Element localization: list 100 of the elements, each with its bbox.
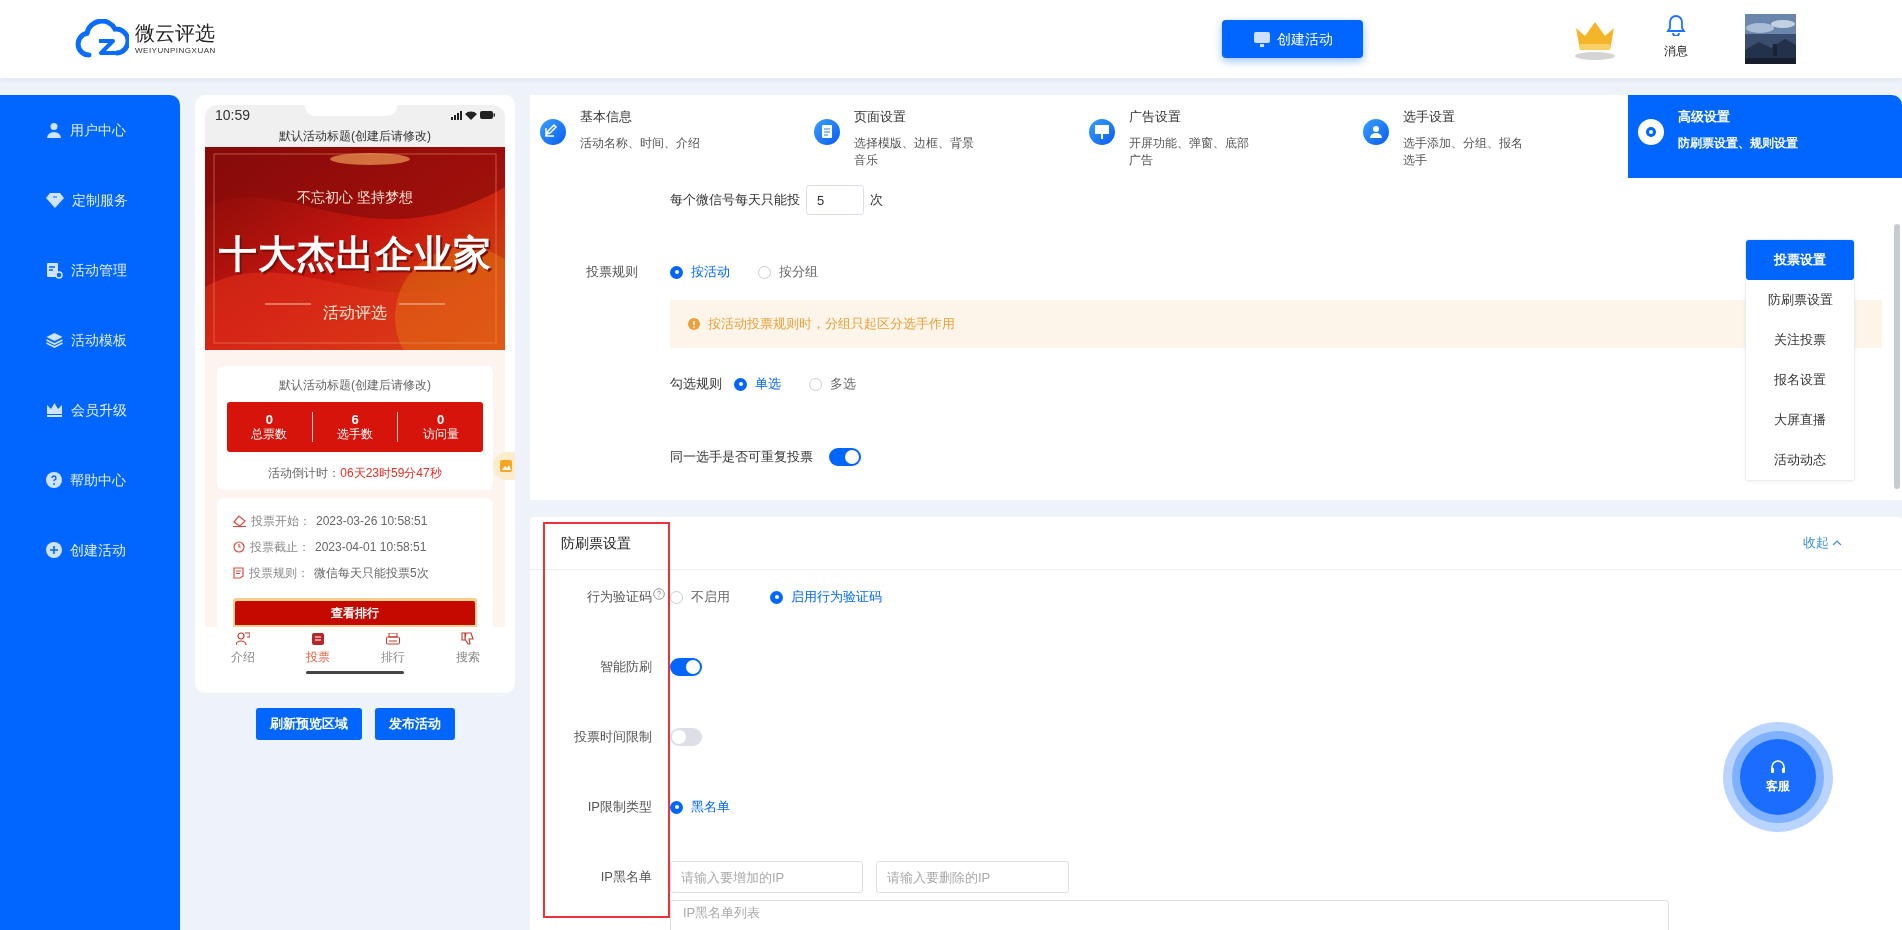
preview-action-button[interactable]: 发布活动: [374, 708, 455, 740]
warning-icon: [688, 318, 700, 330]
radio-option[interactable]: 单选: [734, 374, 781, 394]
field-label: 勾选规则: [670, 375, 722, 394]
tab-item[interactable]: 介绍: [205, 627, 280, 671]
section-menu-item[interactable]: 关注投票: [1746, 320, 1854, 360]
logo-subtitle: WEIYUNPINGXUAN: [135, 47, 216, 55]
scrollbar[interactable]: [1894, 224, 1900, 489]
info-value: 2023-04-01 10:58:51: [315, 539, 427, 556]
tag-icon: [233, 515, 246, 527]
user-icon: [1363, 119, 1390, 145]
section-menu-item[interactable]: 大屏直播: [1746, 400, 1854, 440]
create-activity-button[interactable]: 创建活动: [1222, 20, 1363, 58]
radio-button[interactable]: [734, 377, 747, 391]
banner-slogan: 不忘初心 坚持梦想: [297, 189, 413, 207]
field-label: IP限制类型: [587, 798, 652, 817]
section-menu-item[interactable]: 活动动态: [1746, 440, 1854, 480]
logo-text: 微云评选: [135, 23, 216, 43]
wifi-icon: [465, 110, 477, 120]
document-icon: [233, 567, 244, 579]
diamond-icon: [46, 192, 64, 208]
radio-option[interactable]: 不启用: [670, 587, 730, 607]
ip-input[interactable]: 请输入要删除的IP: [876, 861, 1069, 893]
radio-option[interactable]: 黑名单: [670, 797, 730, 817]
headset-icon: [1770, 759, 1786, 775]
ip-input[interactable]: 请输入要增加的IP: [670, 861, 863, 893]
radio-button[interactable]: [670, 590, 683, 604]
document-icon: [814, 119, 841, 145]
stat-value: 6: [351, 412, 359, 427]
toggle-switch[interactable]: [670, 658, 702, 676]
radio-option[interactable]: 多选: [809, 374, 856, 394]
step-tab[interactable]: 基本信息 活动名称、时间、介绍: [530, 95, 805, 178]
help-icon: [46, 472, 62, 488]
radio-button[interactable]: [809, 377, 822, 391]
battery-icon: [480, 111, 495, 119]
stat-label: 选手数: [337, 427, 373, 442]
section-menu-item[interactable]: 防刷票设置: [1746, 280, 1854, 320]
sidebar-item[interactable]: 创建活动: [0, 515, 180, 585]
sidebar-item[interactable]: 帮助中心: [0, 445, 180, 515]
sidebar-item[interactable]: 定制服务: [0, 165, 180, 235]
card-title: 默认活动标题(创建后请修改): [279, 377, 431, 394]
stat-value: 0: [265, 412, 273, 427]
clipboard-icon: [311, 632, 324, 645]
banner-subtitle: 活动评选: [323, 303, 387, 323]
ranking-button[interactable]: 查看排行: [235, 601, 475, 625]
toggle-switch[interactable]: [829, 448, 861, 466]
field-label: 行为验证码: [587, 588, 652, 607]
unit-label: 次: [870, 191, 883, 210]
field-label: 投票规则: [585, 263, 638, 282]
toggle-switch[interactable]: [670, 728, 702, 746]
step-tab[interactable]: 页面设置 选择模版、边框、背景音乐: [804, 95, 1079, 178]
radio-option[interactable]: 按分组: [758, 262, 818, 282]
people-icon: [235, 632, 250, 645]
messages-button[interactable]: 消息: [1664, 14, 1688, 60]
document-gear-icon: [46, 261, 63, 279]
tab-item[interactable]: 投票: [280, 627, 355, 671]
countdown-value: 06天23时59分47秒: [340, 465, 442, 482]
radio-option[interactable]: 按活动: [670, 262, 730, 282]
radio-button[interactable]: [670, 265, 683, 279]
float-tab[interactable]: [493, 452, 515, 480]
printer-icon: [385, 632, 400, 645]
step-tab[interactable]: 广告设置 开屏功能、弹窗、底部广告: [1078, 95, 1354, 178]
section-menu-item[interactable]: 报名设置: [1746, 360, 1854, 400]
user-icon: [46, 122, 62, 138]
ip-list-field[interactable]: IP黑名单列表: [670, 900, 1669, 930]
collapse-link[interactable]: 收起: [1803, 533, 1842, 553]
help-icon[interactable]: [653, 588, 665, 600]
info-label: 投票截止：: [250, 539, 310, 556]
info-value: 微信每天只能投票5次: [314, 565, 429, 582]
clock-icon: [233, 541, 245, 553]
gear-icon: [1637, 119, 1664, 145]
tab-item[interactable]: 排行: [355, 627, 430, 671]
field-label: 每个微信号每天只能投: [670, 191, 800, 210]
stat-value: 0: [437, 412, 445, 427]
countdown-label: 活动倒计时：: [268, 465, 341, 482]
plus-icon: [46, 542, 62, 558]
number-input[interactable]: 5: [806, 185, 864, 215]
radio-button[interactable]: [758, 265, 771, 279]
step-tab[interactable]: 选手设置 选手添加、分组、报名选手: [1353, 95, 1628, 178]
info-label: 投票开始：: [251, 513, 311, 530]
signal-icon: [451, 110, 462, 120]
stat-label: 访问量: [422, 427, 459, 442]
field-label: 投票时间限制: [574, 728, 652, 747]
tab-item[interactable]: 搜索: [430, 627, 505, 671]
chevron-up-icon: [1832, 540, 1842, 546]
step-tab[interactable]: 高级设置 防刷票设置、规则设置: [1627, 95, 1902, 178]
preview-action-button[interactable]: 刷新预览区域: [255, 708, 362, 740]
radio-button[interactable]: [770, 590, 783, 604]
section-menu-item[interactable]: 投票设置: [1746, 240, 1854, 280]
sidebar-item[interactable]: 用户中心: [0, 95, 180, 165]
sidebar-item[interactable]: 会员升级: [0, 375, 180, 445]
field-label: IP黑名单: [600, 868, 652, 887]
sidebar-item[interactable]: 活动管理: [0, 235, 180, 305]
crown-icon: [46, 402, 63, 418]
radio-option[interactable]: 启用行为验证码: [770, 587, 882, 607]
field-label: 智能防刷: [600, 658, 652, 677]
radio-button[interactable]: [670, 800, 683, 814]
sidebar-item[interactable]: 活动模板: [0, 305, 180, 375]
page-title: 默认活动标题(创建后请修改): [278, 128, 432, 145]
monitor-icon: [1252, 30, 1271, 48]
